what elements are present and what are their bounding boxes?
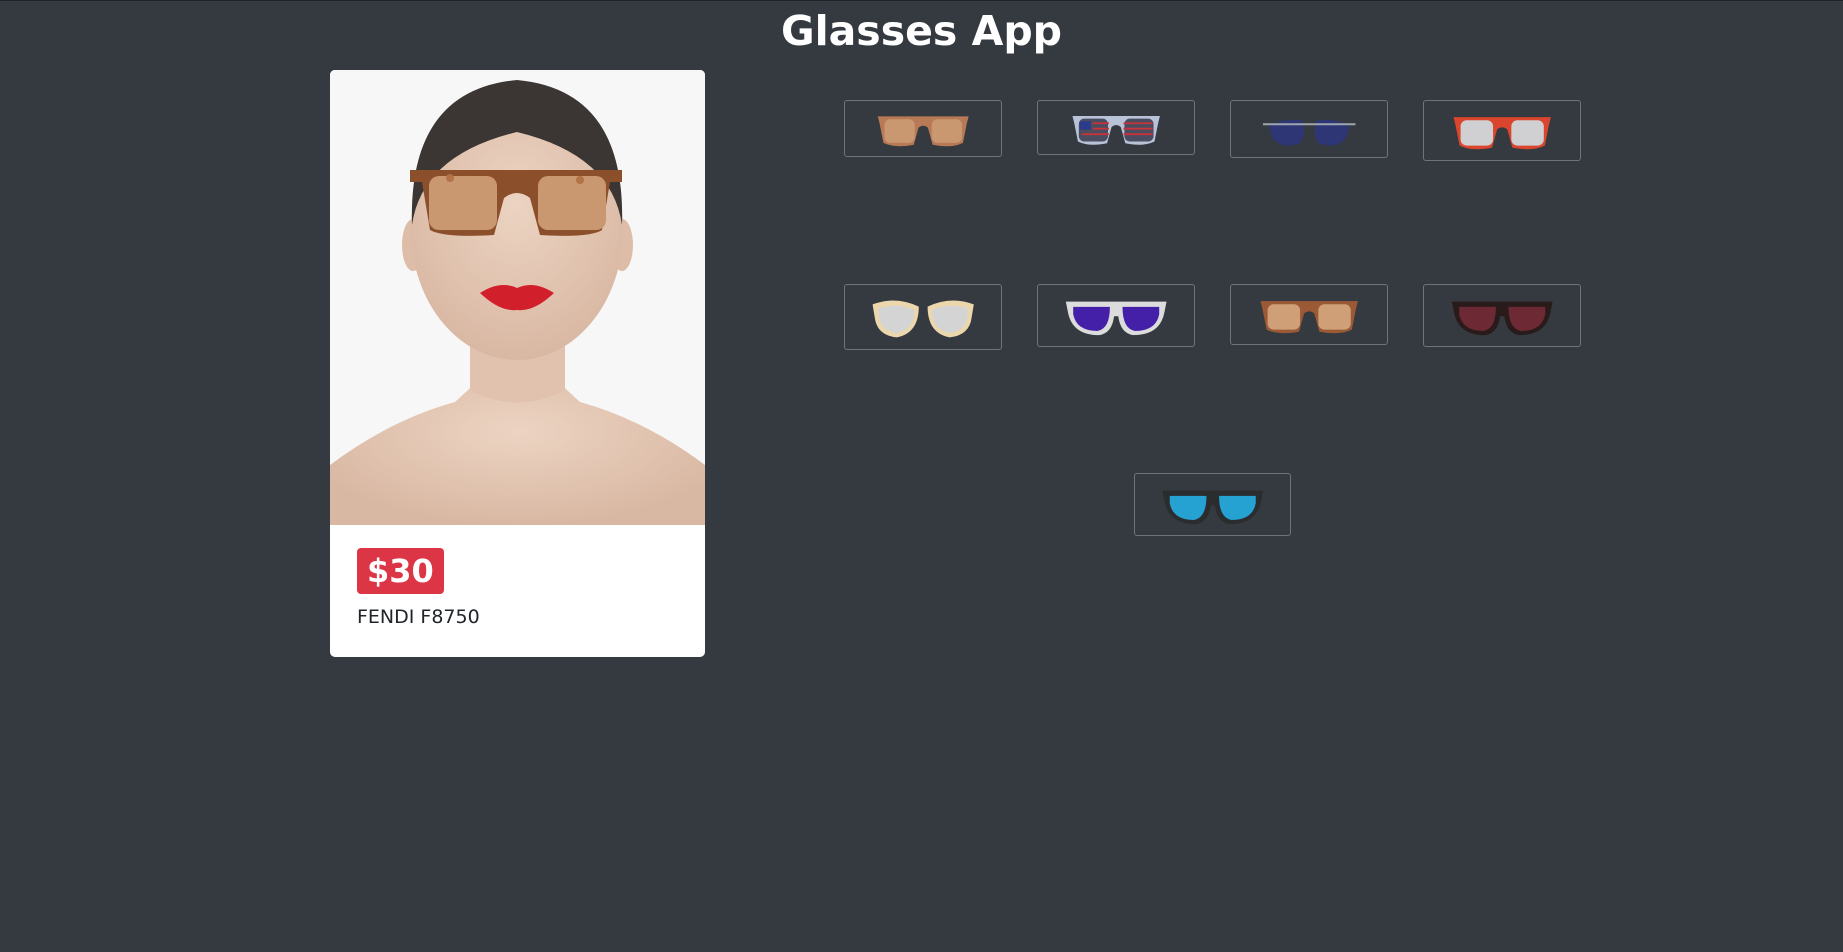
price-badge: $30 — [357, 548, 444, 594]
glasses-option-black-blue[interactable] — [1134, 473, 1291, 536]
product-card: $30 FENDI F8750 — [330, 70, 705, 657]
glasses-option-white-purple[interactable] — [1037, 284, 1195, 347]
glasses-icon — [872, 300, 974, 338]
glasses-icon — [1072, 115, 1160, 145]
glasses-icon — [1260, 301, 1358, 334]
glasses-option-blue-aviator[interactable] — [1230, 100, 1388, 158]
page-title: Glasses App — [780, 7, 1063, 55]
glasses-option-cream-cat-eye[interactable] — [844, 284, 1002, 350]
glasses-option-tortoise-brown[interactable] — [1230, 284, 1388, 345]
glasses-icon — [1262, 119, 1356, 146]
glasses-icon — [877, 116, 969, 147]
glasses-icon — [1451, 301, 1553, 336]
glasses-icon — [1453, 117, 1551, 150]
glasses-option-brown-classic[interactable] — [844, 100, 1002, 157]
glasses-option-red-frame[interactable] — [1423, 100, 1581, 161]
model-photo — [330, 70, 705, 525]
glasses-option-black-red-mirror[interactable] — [1423, 284, 1581, 347]
glasses-option-usa-flag[interactable] — [1037, 100, 1195, 155]
glasses-icon — [1162, 490, 1263, 525]
glasses-icon — [1065, 301, 1167, 336]
product-name: FENDI F8750 — [357, 606, 480, 628]
